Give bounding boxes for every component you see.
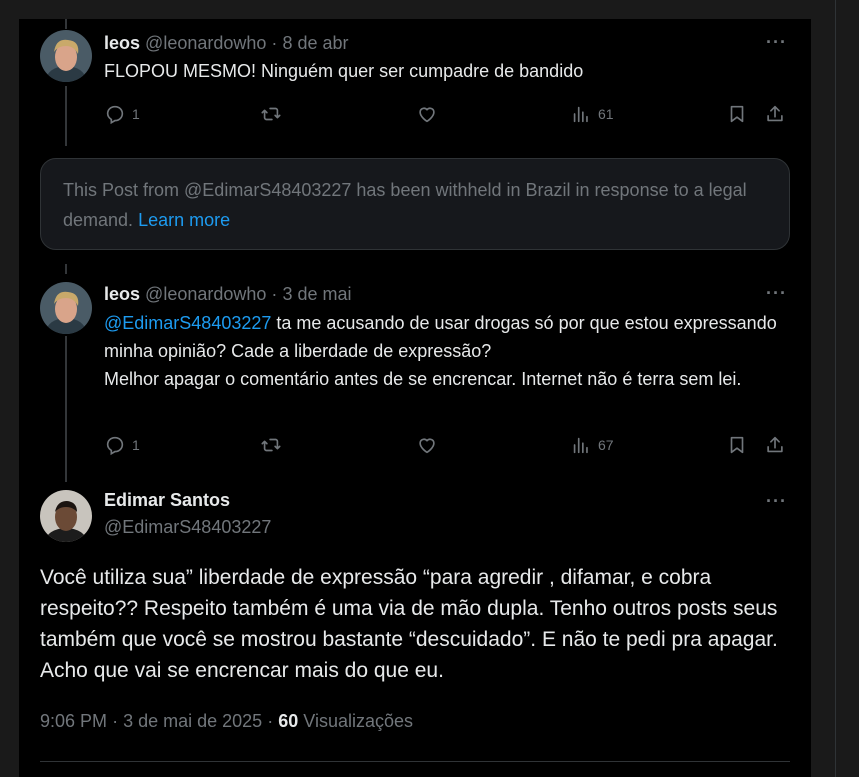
post-time[interactable]: 9:06 PM	[40, 711, 107, 731]
author-handle[interactable]: @EdimarS48403227	[104, 517, 271, 538]
withheld-notice: This Post from @EdimarS48403227 has been…	[40, 158, 790, 250]
thread-line	[65, 86, 67, 146]
post-text: @EdimarS48403227 ta me acusando de usar …	[104, 309, 794, 393]
more-icon[interactable]: ···	[766, 491, 787, 512]
author-handle[interactable]: @leonardowho	[145, 284, 266, 304]
like-button[interactable]	[416, 103, 438, 125]
post-actions: 1 61	[104, 103, 794, 125]
post-date[interactable]: 3 de mai	[282, 284, 351, 304]
learn-more-link[interactable]: Learn more	[138, 210, 230, 230]
post-header: leos @leonardowho · 3 de mai	[104, 283, 351, 305]
bookmark-icon	[730, 436, 744, 454]
reply-icon	[106, 105, 124, 125]
avatar-image	[40, 30, 92, 82]
views-button[interactable]: 61	[570, 103, 614, 125]
repost-button[interactable]	[260, 103, 282, 125]
reply-count: 1	[132, 106, 140, 122]
repost-icon	[261, 107, 281, 121]
thread-line	[65, 336, 67, 482]
views-total: 60	[278, 711, 299, 731]
avatar-image	[40, 282, 92, 334]
avatar-image	[40, 490, 92, 542]
views-count: 61	[598, 106, 614, 122]
views-label: Visualizações	[303, 711, 413, 731]
reply-count: 1	[132, 437, 140, 453]
column-divider	[835, 0, 836, 777]
author-handle[interactable]: @leonardowho	[145, 33, 266, 53]
bookmark-icon	[730, 105, 744, 123]
post-date[interactable]: 8 de abr	[282, 33, 348, 53]
repost-icon	[261, 438, 281, 452]
author-name[interactable]: Edimar Santos	[104, 490, 230, 511]
repost-button[interactable]	[260, 434, 282, 456]
share-icon	[767, 436, 783, 453]
avatar[interactable]	[40, 490, 92, 542]
share-icon	[767, 105, 783, 122]
more-icon[interactable]: ···	[766, 283, 787, 304]
separator-dot: ·	[112, 711, 119, 731]
author-name[interactable]: leos	[104, 33, 140, 53]
views-count: 67	[598, 437, 614, 453]
post-text: FLOPOU MESMO! Ninguém quer ser cumpadre …	[104, 61, 584, 81]
divider	[40, 761, 790, 762]
like-icon	[419, 107, 435, 123]
reply-icon	[106, 436, 124, 456]
post-metadata: 9:06 PM · 3 de mai de 2025 · 60 Visualiz…	[40, 711, 413, 732]
like-icon	[419, 438, 435, 454]
bookmark-button[interactable]	[726, 103, 748, 125]
post-actions: 1 67	[104, 434, 794, 456]
views-icon	[573, 437, 588, 454]
avatar[interactable]	[40, 282, 92, 334]
post-text-line: Melhor apagar o comentário antes de se e…	[104, 369, 742, 389]
bookmark-button[interactable]	[726, 434, 748, 456]
separator-dot: ·	[267, 711, 274, 731]
post-full-date[interactable]: 3 de mai de 2025	[123, 711, 262, 731]
author-name[interactable]: leos	[104, 284, 140, 304]
views-icon	[573, 106, 588, 123]
reply-button[interactable]: 1	[104, 103, 140, 125]
like-button[interactable]	[416, 434, 438, 456]
mention-link[interactable]: @EdimarS48403227	[104, 313, 271, 333]
views-button[interactable]: 67	[570, 434, 614, 456]
reply-button[interactable]: 1	[104, 434, 140, 456]
share-button[interactable]	[764, 434, 786, 456]
thread-line	[65, 19, 67, 29]
share-button[interactable]	[764, 103, 786, 125]
main-post-text: Você utiliza sua” liberdade de expressão…	[40, 566, 778, 682]
thread-line	[65, 264, 67, 274]
separator-dot: ·	[271, 284, 278, 304]
more-icon[interactable]: ···	[766, 32, 787, 53]
separator-dot: ·	[271, 33, 278, 53]
post-header: leos @leonardowho · 8 de abr	[104, 32, 349, 54]
avatar[interactable]	[40, 30, 92, 82]
